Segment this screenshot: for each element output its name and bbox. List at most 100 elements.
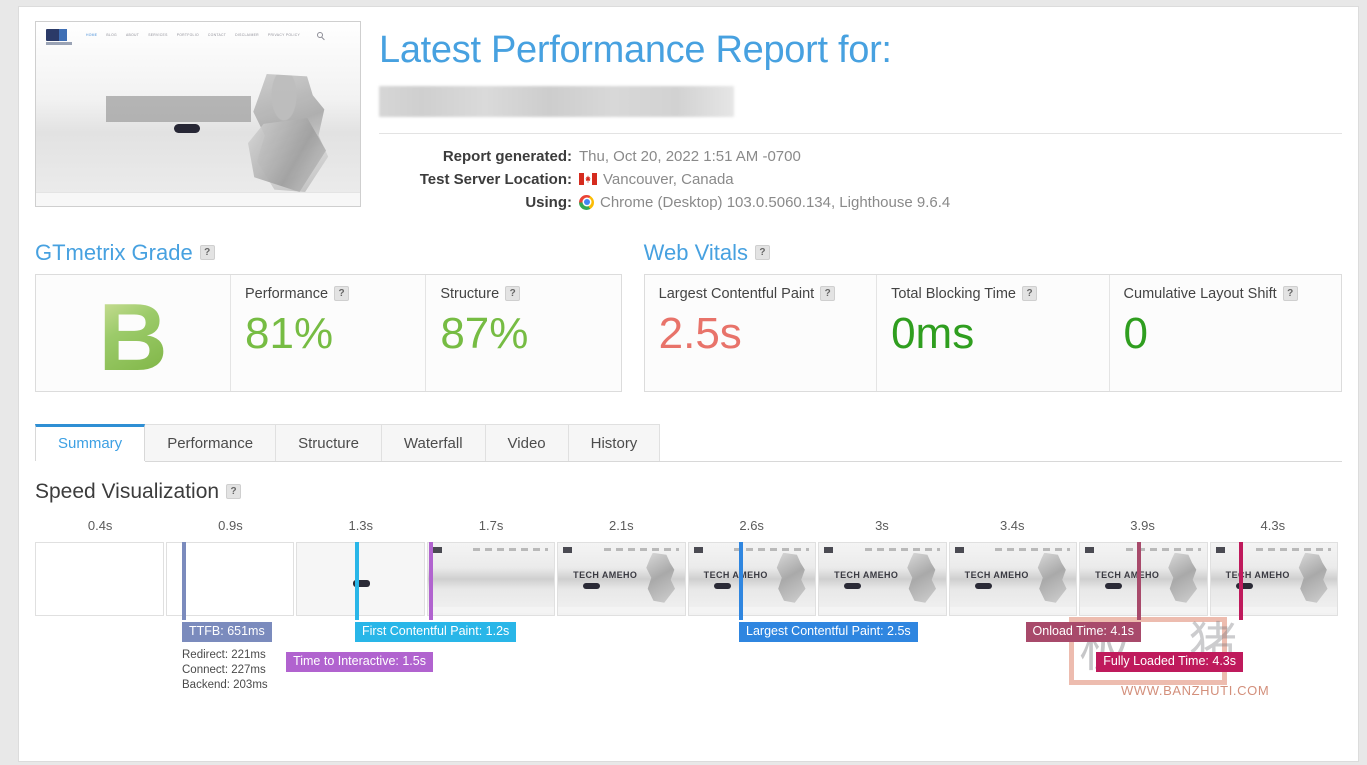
frame-screenshot: TECH AMEHO xyxy=(819,542,946,615)
frame-logo-icon xyxy=(1215,546,1225,553)
help-icon-web-vitals[interactable]: ? xyxy=(754,245,770,261)
meta-value-test-server-location: Vancouver, Canada xyxy=(579,171,734,188)
help-icon-gtmetrix-grade[interactable]: ? xyxy=(199,245,215,261)
filmstrip-frame-3[interactable] xyxy=(296,541,425,616)
timeline-tick-labels: 0.4s 0.9s 1.3s 1.7s 2.1s 2.6s 3s 3.4s 3.9s 4.3s xyxy=(35,518,1342,538)
frame-footer xyxy=(819,606,946,613)
filmstrip-frame-5[interactable]: TECH AMEHO xyxy=(557,541,686,616)
tab-history[interactable]: History xyxy=(567,423,661,461)
metric-cumulative-layout-shift: Cumulative Layout Shift ? 0 xyxy=(1108,274,1341,391)
tab-structure[interactable]: Structure xyxy=(275,423,382,461)
tab-waterfall[interactable]: Waterfall xyxy=(380,423,486,461)
filmstrip-frame-10[interactable]: TECH AMEHO xyxy=(1209,541,1338,616)
frame-footer xyxy=(688,606,815,613)
metric-lcp-label: Largest Contentful Paint xyxy=(658,285,815,302)
frame-logo-icon xyxy=(824,546,833,553)
filmstrip: TECH AMEHO TECH AMEHO TECH AMEHO TECH AMEHO… xyxy=(35,541,1338,616)
ttfb-breakdown-item-3: Backend: 203ms xyxy=(182,679,268,692)
frame-logo-icon xyxy=(563,546,572,553)
tab-performance[interactable]: Performance xyxy=(144,423,277,461)
tab-summary[interactable]: Summary xyxy=(35,423,146,461)
frame-brand-text: TECH AMEHO xyxy=(964,570,1029,581)
page-title: Latest Performance Report for: xyxy=(379,29,892,71)
marker-label-ttfb: TTFB: 651ms xyxy=(182,621,272,643)
meta-row-test-server-location: Test Server Location: Vancouver, Canada xyxy=(379,168,1342,191)
ttfb-breakdown-item-2: Connect: 227ms xyxy=(182,663,266,676)
canada-flag-icon xyxy=(579,173,597,186)
metric-total-blocking-time: Total Blocking Time ? 0ms xyxy=(876,274,1108,391)
test-server-location-text: Vancouver, Canada xyxy=(603,170,734,188)
gtmetrix-grade-card: B Performance ? 81% Structure ? 87% xyxy=(35,273,622,392)
marker-label-time-to-interactive: Time to Interactive: 1.5s xyxy=(286,651,433,673)
timeline-tick-8: 3.4s xyxy=(999,517,1025,533)
gtmetrix-grade-title: GTmetrix Grade xyxy=(35,239,193,265)
filmstrip-frame-8[interactable]: TECH AMEHO xyxy=(948,541,1077,616)
timeline-tick-6: 2.6s xyxy=(739,517,764,533)
marker-label-onload-time: Onload Time: 4.1s xyxy=(1025,621,1141,643)
help-icon-lcp[interactable]: ? xyxy=(820,286,836,302)
frame-nav-line xyxy=(864,547,940,551)
meta-value-report-generated: Thu, Oct 20, 2022 1:51 AM -0700 xyxy=(579,148,801,165)
frame-screenshot: TECH AMEHO xyxy=(558,542,685,615)
metric-largest-contentful-paint: Largest Contentful Paint ? 2.5s xyxy=(645,275,876,391)
frame-screenshot xyxy=(427,542,554,615)
site-thumbnail[interactable]: HOME BLOG ABOUT SERVICES PORTFOLIO CONTA… xyxy=(35,21,361,207)
frame-pill xyxy=(1105,583,1123,589)
marker-label-first-contentful-paint: First Contentful Paint: 1.2s xyxy=(355,621,517,643)
chrome-icon xyxy=(579,194,594,210)
metric-structure-value: 87% xyxy=(440,308,529,358)
filmstrip-frame-1[interactable] xyxy=(35,541,164,616)
web-vitals-block: Web Vitals ? Largest Contentful Paint ? … xyxy=(643,240,1342,392)
redacted-url xyxy=(379,85,734,117)
help-icon-cls[interactable]: ? xyxy=(1282,286,1298,302)
marker-line-time-to-interactive xyxy=(429,541,433,620)
frame-robot-icon xyxy=(1168,552,1198,603)
thumb-nav-about: ABOUT xyxy=(126,33,140,37)
help-icon-speed-visualization[interactable]: ? xyxy=(226,484,242,500)
report-header: HOME BLOG ABOUT SERVICES PORTFOLIO CONTA… xyxy=(19,7,1358,214)
timeline-tick-9: 3.9s xyxy=(1130,517,1155,533)
metric-lcp-value: 2.5s xyxy=(658,308,742,358)
frame-screenshot: TECH AMEHO xyxy=(949,542,1076,615)
frame-brand-text: TECH AMEHO xyxy=(1095,570,1160,581)
frame-robot-icon xyxy=(907,552,937,603)
thumbnail-screenshot: HOME BLOG ABOUT SERVICES PORTFOLIO CONTA… xyxy=(36,22,360,206)
frame-pill xyxy=(583,583,601,589)
meta-label-using: Using: xyxy=(525,193,572,211)
timeline-tick-4: 1.7s xyxy=(478,517,504,533)
help-icon-tbt[interactable]: ? xyxy=(1022,286,1037,302)
metric-structure-label: Structure xyxy=(440,285,500,302)
frame-nav-line xyxy=(995,547,1070,551)
marker-line-ttfb xyxy=(182,541,186,620)
help-icon-performance[interactable]: ? xyxy=(334,286,350,302)
speed-visualization-section: Speed Visualization ? 0.4s 0.9s 1.3s 1.7s 2.… xyxy=(35,480,1342,691)
frame-logo-icon xyxy=(1085,546,1094,553)
frame-brand-text: TECH AMEHO xyxy=(573,570,638,581)
thumbnail-nav-items: HOME BLOG ABOUT SERVICES PORTFOLIO CONTA… xyxy=(86,32,324,38)
thumbnail-footer xyxy=(36,192,360,206)
filmstrip-frame-4[interactable] xyxy=(426,541,555,616)
meta-label-report-generated: Report generated: xyxy=(442,147,572,165)
frame-footer xyxy=(949,606,1076,613)
frame-footer xyxy=(558,606,685,613)
report-page: HOME BLOG ABOUT SERVICES PORTFOLIO CONTA… xyxy=(18,6,1359,762)
report-metadata: Report generated: Thu, Oct 20, 2022 1:51… xyxy=(379,145,1342,214)
filmstrip-frame-6[interactable]: TECH AMEHO xyxy=(687,541,816,616)
thumbnail-redacted-bar xyxy=(106,96,251,122)
speed-timeline: 0.4s 0.9s 1.3s 1.7s 2.1s 2.6s 3s 3.4s 3.9s 4.3s T… xyxy=(35,518,1342,691)
metric-cls-label: Cumulative Layout Shift xyxy=(1123,285,1277,302)
frame-screenshot: TECH AMEHO xyxy=(1210,542,1337,615)
thumb-nav-services: SERVICES xyxy=(148,33,168,37)
tab-video[interactable]: Video xyxy=(484,423,569,461)
filmstrip-frame-7[interactable]: TECH AMEHO xyxy=(818,541,947,616)
scores-section: GTmetrix Grade ? B Performance ? 81% Str… xyxy=(19,240,1358,392)
frame-nav-line xyxy=(1256,547,1331,551)
frame-screenshot: TECH AMEHO xyxy=(1080,542,1207,615)
frame-logo-icon xyxy=(954,546,964,553)
filmstrip-frame-9[interactable]: TECH AMEHO xyxy=(1079,541,1208,616)
using-browser-text: Chrome (Desktop) 103.0.5060.134, Lightho… xyxy=(600,193,951,211)
metric-cls-value: 0 xyxy=(1123,308,1149,358)
frame-nav-line xyxy=(603,547,679,551)
header-divider xyxy=(379,132,1342,134)
help-icon-structure[interactable]: ? xyxy=(505,286,521,302)
